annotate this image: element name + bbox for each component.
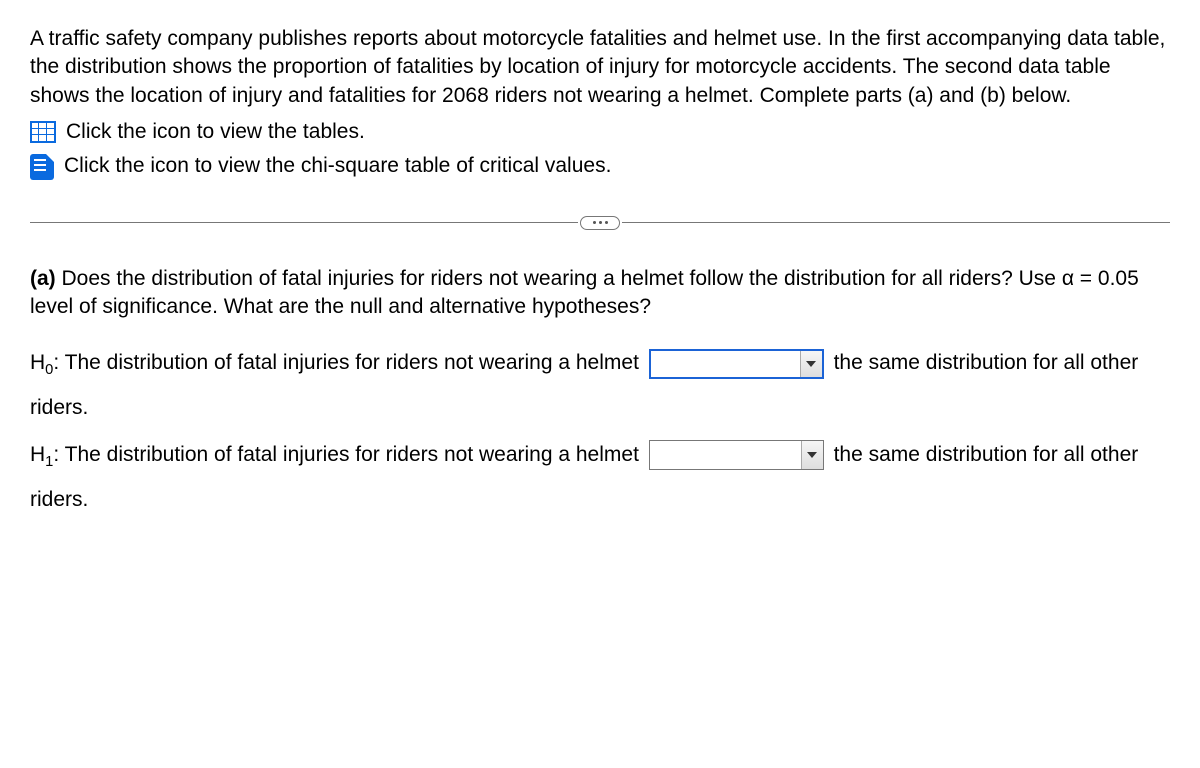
table-icon [30,121,56,143]
tables-link-label: Click the icon to view the tables. [66,118,365,146]
alt-hypothesis-line: H1: The distribution of fatal injuries f… [30,433,1170,522]
document-icon [30,154,54,180]
ellipsis-icon[interactable] [580,216,620,230]
h0-dropdown[interactable] [649,349,824,379]
h1-dropdown[interactable] [649,440,824,470]
h0-before-text: : The distribution of fatal injuries for… [53,351,644,374]
chi-square-link-row[interactable]: Click the icon to view the chi-square ta… [30,152,1170,180]
part-a-question: (a) Does the distribution of fatal injur… [30,265,1170,322]
part-a-label: (a) [30,267,56,290]
chevron-down-icon [800,351,822,377]
section-divider [30,216,1170,230]
h0-symbol: H0 [30,351,53,374]
part-a-text: Does the distribution of fatal injuries … [30,267,1139,318]
null-hypothesis-line: H0: The distribution of fatal injuries f… [30,341,1170,430]
chevron-down-icon [801,441,823,469]
h1-symbol: H1 [30,443,53,466]
problem-intro: A traffic safety company publishes repor… [30,25,1170,110]
chi-square-link-label: Click the icon to view the chi-square ta… [64,152,611,180]
h1-before-text: : The distribution of fatal injuries for… [53,443,644,466]
tables-link-row[interactable]: Click the icon to view the tables. [30,118,1170,146]
